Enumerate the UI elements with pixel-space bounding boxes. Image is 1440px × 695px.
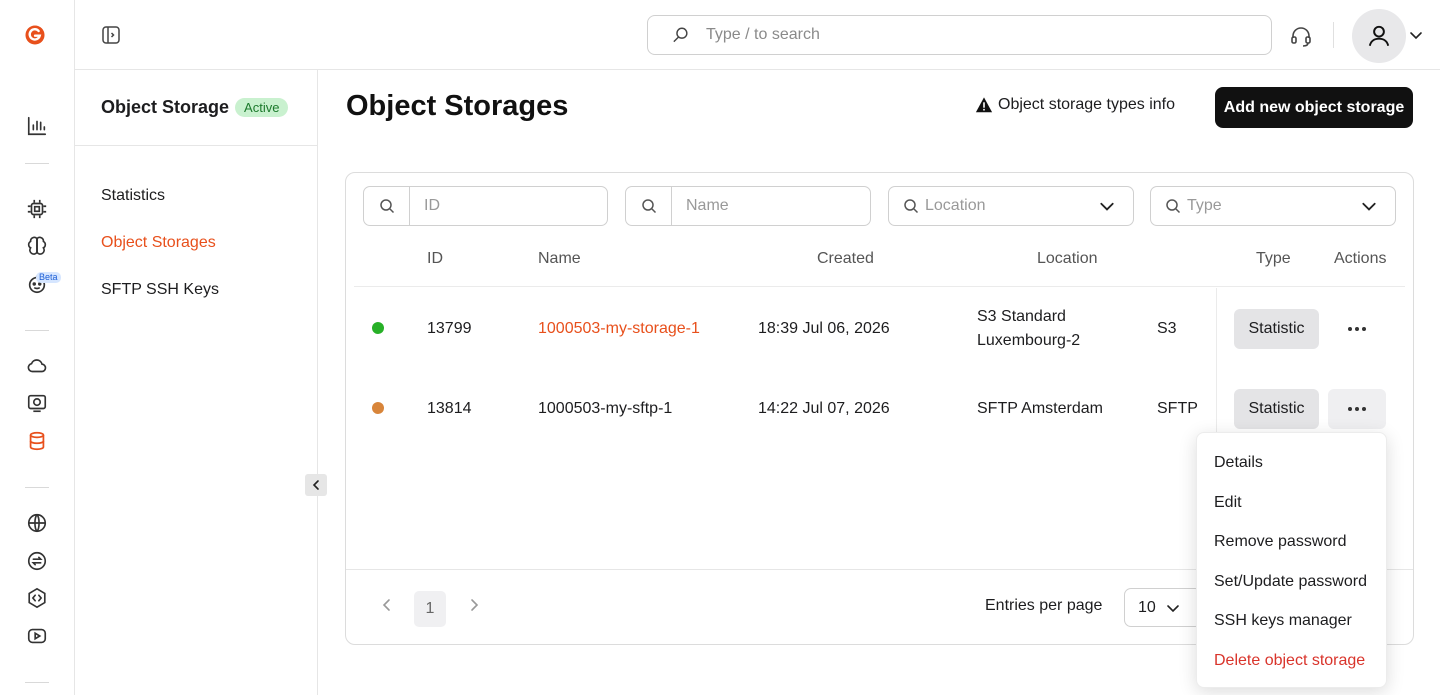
statistic-button[interactable]: Statistic [1234,389,1319,429]
entries-per-page-select[interactable]: 10 [1124,588,1202,627]
server-monitor-icon[interactable] [25,391,49,415]
more-actions-button[interactable] [1328,389,1386,429]
location-filter-placeholder: Location [925,197,986,214]
types-info-label: Object storage types info [998,96,1175,113]
table-header-divider [354,286,1405,287]
menu-item-set-update-password[interactable]: Set/Update password [1197,562,1386,602]
name-filter-placeholder: Name [686,197,729,214]
icon-rail: Beta [0,0,75,695]
sidebar-toggle-icon[interactable] [101,25,121,45]
id-filter-placeholder: ID [424,197,440,214]
video-play-icon[interactable] [25,624,49,648]
row-created: 18:39 Jul 06, 2026 [758,320,890,337]
brand-logo-icon[interactable] [24,24,54,54]
cpu-chip-icon[interactable] [25,197,49,221]
top-bar [75,0,1440,70]
status-dot-pending [372,402,384,414]
cloud-icon[interactable] [25,354,49,378]
transfer-arrows-icon[interactable] [25,549,49,573]
section-nav-list: Statistics Object Storages SFTP SSH Keys [75,146,317,327]
chevron-right-icon[interactable] [466,597,482,613]
menu-item-details[interactable]: Details [1197,443,1386,483]
menu-item-ssh-keys-manager[interactable]: SSH keys manager [1197,601,1386,641]
rail-divider [25,682,49,683]
location-filter-select[interactable]: Location [888,186,1134,226]
more-dots-icon [1348,327,1366,331]
section-header: Object Storage Active [75,70,317,146]
menu-item-remove-password[interactable]: Remove password [1197,522,1386,562]
row-name-link[interactable]: 1000503-my-storage-1 [538,320,700,338]
search-icon [1166,199,1181,214]
database-storage-icon[interactable] [25,429,49,453]
chevron-left-icon [312,480,319,490]
chevron-left-icon[interactable] [379,597,395,613]
search-icon [904,199,919,214]
collapse-sidebar-button[interactable] [305,474,327,496]
name-filter[interactable]: Name [625,186,871,226]
row-actions-menu: Details Edit Remove password Set/Update … [1196,432,1387,688]
row-created: 14:22 Jul 07, 2026 [758,400,890,417]
column-header-type[interactable]: Type [1256,250,1291,268]
column-header-location[interactable]: Location [1037,250,1098,268]
rail-divider [25,330,49,331]
statistics-chart-icon[interactable] [25,114,49,138]
page-title: Object Storages [346,90,569,122]
sidebar-item-sftp-ssh-keys[interactable]: SFTP SSH Keys [101,280,317,327]
chevron-down-icon [1166,604,1179,612]
user-icon [1368,25,1390,47]
row-id: 13799 [427,320,472,337]
rail-divider [25,487,49,488]
row-id: 13814 [427,400,472,417]
actions-column-divider [1216,288,1217,453]
types-info-link[interactable]: Object storage types info [975,96,1175,114]
topbar-divider [1333,22,1334,48]
entries-per-page-label: Entries per page [985,597,1103,614]
section-sidebar: Object Storage Active Statistics Object … [75,70,318,695]
sidebar-item-object-storages[interactable]: Object Storages [101,233,317,280]
menu-item-edit[interactable]: Edit [1197,483,1386,523]
column-header-actions: Actions [1334,250,1387,267]
search-icon [673,27,688,43]
row-name[interactable]: 1000503-my-sftp-1 [538,400,672,418]
column-header-id[interactable]: ID [427,250,443,268]
headset-support-icon[interactable] [1289,24,1313,48]
type-filter-placeholder: Type [1187,197,1222,214]
chevron-down-icon [1100,202,1114,211]
row-location-line2: Luxembourg-2 [977,332,1081,349]
status-dot-active [372,322,384,334]
row-location-line1: SFTP Amsterdam [977,400,1103,417]
chevron-down-icon [1362,202,1376,211]
warning-icon [975,97,993,113]
row-location-line1: S3 Standard [977,308,1066,325]
entries-per-page-value: 10 [1138,598,1156,616]
pagination-page-1[interactable]: 1 [414,591,446,627]
section-title: Object Storage [101,97,230,117]
search-icon [364,187,410,225]
chevron-down-icon[interactable] [1409,28,1423,42]
global-search[interactable] [647,15,1272,55]
code-hexagon-icon[interactable] [25,586,49,610]
menu-item-delete-object-storage[interactable]: Delete object storage [1197,641,1386,681]
column-header-created[interactable]: Created [817,250,874,268]
sidebar-item-statistics[interactable]: Statistics [101,186,317,233]
search-input[interactable] [706,26,1271,44]
add-object-storage-button[interactable]: Add new object storage [1215,87,1413,128]
search-icon [626,187,672,225]
row-type: S3 [1157,320,1177,337]
globe-network-icon[interactable] [25,511,49,535]
brain-ai-icon[interactable] [25,234,49,258]
user-avatar[interactable] [1352,9,1406,63]
column-header-name[interactable]: Name [538,250,581,268]
rail-divider [25,163,49,164]
id-filter[interactable]: ID [363,186,608,226]
more-dots-icon [1348,407,1366,411]
row-type: SFTP [1157,400,1198,417]
statistic-button[interactable]: Statistic [1234,309,1319,349]
status-badge: Active [235,98,289,117]
beta-badge: Beta [36,272,61,283]
type-filter-select[interactable]: Type [1150,186,1396,226]
more-actions-button[interactable] [1328,309,1386,349]
